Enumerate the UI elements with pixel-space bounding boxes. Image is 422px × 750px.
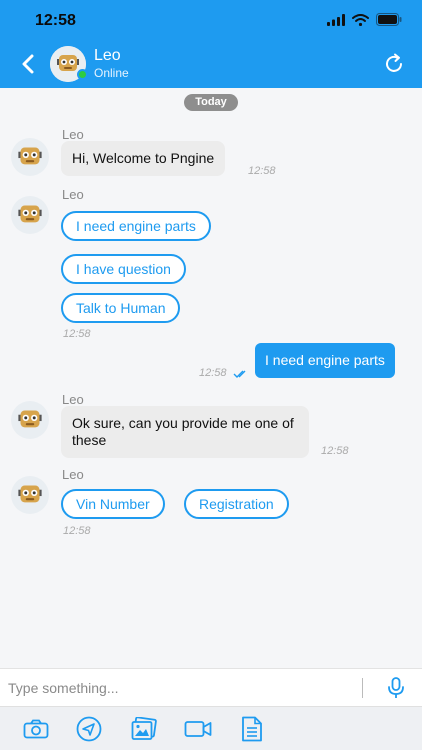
gallery-icon bbox=[131, 717, 157, 740]
date-separator: Today bbox=[184, 94, 238, 111]
message-time: 12:58 bbox=[63, 525, 91, 537]
back-button[interactable] bbox=[14, 50, 42, 78]
attachment-toolbar bbox=[0, 706, 422, 750]
gallery-button[interactable] bbox=[129, 715, 159, 743]
robot-avatar-icon bbox=[18, 147, 42, 165]
document-icon bbox=[242, 716, 262, 742]
wifi-icon bbox=[352, 13, 369, 26]
bot-avatar bbox=[11, 196, 49, 234]
chat-header: Leo Online bbox=[0, 40, 422, 88]
online-indicator bbox=[77, 69, 88, 80]
message-time: 12:58 bbox=[248, 165, 276, 177]
voice-button[interactable] bbox=[384, 676, 408, 700]
refresh-button[interactable] bbox=[380, 50, 408, 78]
video-icon bbox=[184, 721, 212, 737]
chat-area[interactable]: Today Leo Hi, Welcome to Pngine 12:58 Le… bbox=[0, 88, 422, 668]
quick-reply-engine-parts[interactable]: I need engine parts bbox=[61, 211, 211, 241]
robot-avatar-icon bbox=[18, 205, 42, 223]
signal-icon bbox=[327, 13, 345, 26]
status-bar: 12:58 bbox=[0, 0, 422, 40]
outgoing-message-bubble[interactable]: I need engine parts bbox=[255, 343, 395, 378]
sender-name: Leo bbox=[62, 467, 84, 482]
sender-name: Leo bbox=[62, 127, 84, 142]
message-time: 12:58 bbox=[199, 367, 227, 379]
battery-icon bbox=[376, 13, 402, 26]
quick-reply-vin-number[interactable]: Vin Number bbox=[61, 489, 165, 519]
camera-button[interactable] bbox=[21, 715, 51, 743]
quick-reply-registration[interactable]: Registration bbox=[184, 489, 289, 519]
composer-divider bbox=[362, 678, 363, 698]
status-time: 12:58 bbox=[35, 12, 76, 29]
message-time: 12:58 bbox=[63, 328, 91, 340]
refresh-icon bbox=[386, 53, 402, 72]
incoming-message-bubble[interactable]: Ok sure, can you provide me one of these bbox=[61, 406, 309, 458]
bot-avatar bbox=[11, 401, 49, 439]
robot-avatar-icon bbox=[18, 410, 42, 428]
microphone-icon bbox=[388, 677, 404, 698]
message-time: 12:58 bbox=[321, 445, 349, 457]
contact-avatar[interactable] bbox=[50, 46, 88, 82]
bot-avatar bbox=[11, 476, 49, 514]
quick-reply-talk-to-human[interactable]: Talk to Human bbox=[61, 293, 181, 323]
message-composer bbox=[0, 668, 422, 706]
contact-status: Online bbox=[94, 66, 129, 80]
incoming-message-bubble[interactable]: Hi, Welcome to Pngine bbox=[61, 141, 226, 176]
document-button[interactable] bbox=[237, 715, 267, 743]
video-button[interactable] bbox=[183, 715, 213, 743]
sender-name: Leo bbox=[62, 187, 84, 202]
location-button[interactable] bbox=[74, 715, 104, 743]
status-icons bbox=[327, 13, 402, 26]
camera-icon bbox=[23, 719, 49, 739]
robot-avatar-icon bbox=[18, 485, 42, 503]
bot-avatar bbox=[11, 138, 49, 176]
read-receipt-icon bbox=[233, 370, 246, 378]
quick-reply-question[interactable]: I have question bbox=[61, 254, 186, 284]
sender-name: Leo bbox=[62, 392, 84, 407]
chevron-left-icon bbox=[22, 54, 34, 74]
send-location-icon bbox=[76, 716, 102, 742]
contact-name: Leo bbox=[94, 47, 121, 64]
message-input[interactable] bbox=[8, 675, 348, 701]
